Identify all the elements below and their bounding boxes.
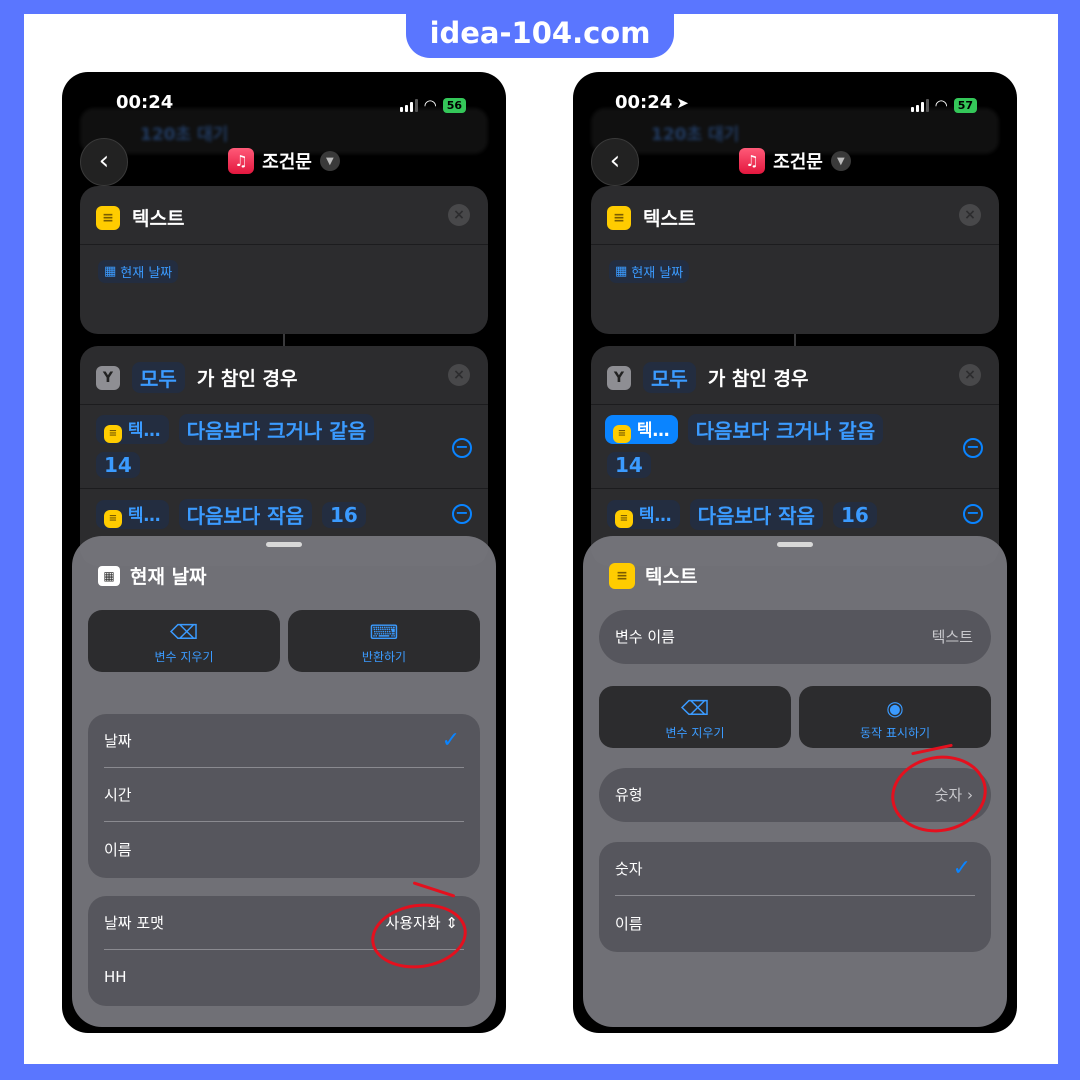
variable-sheet: ▦ 현재 날짜 ⌫ 변수 지우기 ⌨ 반환하기 날짜 ✓ 시간 이름 날짜 포맷… (72, 536, 496, 1027)
status-icons: ◠ 57 (910, 96, 977, 114)
phone-screenshot-left: 120초 대기 00:24 ◠ 56 ‹ ♫ 조건문 ▼ ≡ 텍스트 × ▦ 현재… (62, 72, 506, 1033)
current-date-token[interactable]: ▦ 현재 날짜 (609, 260, 690, 283)
value-token[interactable]: 14 (607, 452, 651, 478)
text-lines-icon: ≡ (96, 205, 120, 230)
branch-icon: Y (96, 365, 120, 390)
text-action-title: 텍스트 (132, 208, 185, 230)
option-date[interactable]: 날짜 ✓ (104, 714, 464, 768)
if-action-card[interactable]: Y 모두 가 참인 경우 × ≡ 텍… 다음보다 크거나 같음 14 − ≡ 텍… (80, 346, 488, 566)
operator-token[interactable]: 다음보다 작음 (689, 499, 823, 530)
remove-condition-icon[interactable]: − (963, 504, 983, 524)
condition-row: ≡ 텍… 다음보다 크거나 같음 (605, 414, 884, 445)
option-name[interactable]: 이름 (615, 896, 975, 950)
clear-variable-button[interactable]: ⌫ 변수 지우기 (599, 686, 791, 748)
delete-backspace-icon: ⌫ (680, 696, 710, 720)
checkmark-icon: ✓ (952, 856, 971, 881)
date-type-options: 날짜 ✓ 시간 이름 (88, 714, 480, 878)
text-action-card[interactable]: ≡ 텍스트 × ▦ 현재 날짜 (591, 186, 999, 334)
location-arrow-icon: ➤ (676, 94, 689, 112)
sheet-title: 현재 날짜 (130, 566, 207, 588)
signal-icon (910, 98, 929, 112)
sheet-grabber[interactable] (266, 542, 302, 547)
condition-row: ≡ 텍… 다음보다 작음 16 (96, 499, 366, 530)
calendar-icon: ▦ (615, 264, 628, 279)
battery-badge: 57 (953, 97, 977, 113)
close-icon[interactable]: × (959, 364, 981, 386)
text-lines-icon: ≡ (607, 205, 631, 230)
red-annotation-circle (885, 748, 993, 840)
status-time: 00:24 ➤ (615, 92, 689, 113)
value-token[interactable]: 16 (832, 501, 877, 528)
calendar-icon: ▦ (98, 565, 120, 586)
wifi-icon: ◠ (934, 96, 948, 114)
shortcut-name: 조건문 (262, 152, 312, 173)
signal-icon (399, 98, 418, 112)
operator-token[interactable]: 다음보다 크거나 같음 (178, 414, 375, 445)
status-time: 00:24 (116, 92, 174, 113)
if-action-card[interactable]: Y 모두 가 참인 경우 × ≡ 텍… 다음보다 크거나 같음 14 − ≡ 텍… (591, 346, 999, 566)
operator-token[interactable]: 다음보다 크거나 같음 (687, 414, 884, 445)
text-lines-icon: ≡ (104, 509, 122, 528)
show-action-button[interactable]: ◉ 동작 표시하기 (799, 686, 991, 748)
variable-token[interactable]: ≡ 텍… (607, 500, 680, 529)
text-lines-icon: ≡ (104, 424, 122, 443)
music-note-icon: ♫ (228, 148, 255, 174)
variable-token-selected[interactable]: ≡ 텍… (605, 415, 678, 444)
text-lines-icon: ≡ (615, 509, 633, 528)
chevron-down-icon: ▼ (319, 151, 340, 171)
checkmark-icon: ✓ (441, 728, 460, 753)
battery-badge: 56 (442, 97, 466, 113)
variable-name-placeholder: 텍스트 (931, 628, 973, 646)
variable-token[interactable]: ≡ 텍… (96, 500, 169, 529)
sheet-grabber[interactable] (777, 542, 813, 547)
text-lines-icon: ≡ (613, 424, 631, 443)
option-time[interactable]: 시간 (104, 768, 464, 822)
shortcut-title[interactable]: ♫ 조건문 ▼ (573, 148, 1017, 174)
delete-backspace-icon: ⌫ (169, 620, 199, 644)
option-name[interactable]: 이름 (104, 822, 464, 876)
chevron-down-icon: ▼ (830, 151, 851, 171)
sheet-title: 텍스트 (645, 566, 698, 588)
close-icon[interactable]: × (959, 204, 981, 226)
connector-line (794, 334, 796, 346)
variable-token[interactable]: ≡ 텍… (96, 415, 169, 444)
variable-sheet: ≡ 텍스트 변수 이름 텍스트 ⌫ 변수 지우기 ◉ 동작 표시하기 유형 숫자… (583, 536, 1007, 1027)
remove-condition-icon[interactable]: − (452, 504, 472, 524)
text-action-card[interactable]: ≡ 텍스트 × ▦ 현재 날짜 (80, 186, 488, 334)
if-title: 가 참인 경우 (707, 368, 809, 390)
eye-icon: ◉ (886, 696, 904, 720)
if-title: 가 참인 경우 (196, 368, 298, 390)
variable-name-field[interactable]: 변수 이름 텍스트 (599, 610, 991, 664)
status-icons: ◠ 56 (399, 96, 466, 114)
operator-token[interactable]: 다음보다 작음 (178, 499, 312, 530)
value-token[interactable]: 14 (96, 452, 140, 478)
clear-variable-button[interactable]: ⌫ 변수 지우기 (88, 610, 280, 672)
remove-condition-icon[interactable]: − (452, 438, 472, 458)
site-watermark: idea-104.com (406, 12, 674, 58)
all-token[interactable]: 모두 (132, 362, 185, 393)
remove-condition-icon[interactable]: − (963, 438, 983, 458)
wifi-icon: ◠ (423, 96, 437, 114)
value-token[interactable]: 16 (321, 501, 366, 528)
close-icon[interactable]: × (448, 364, 470, 386)
shortcut-name: 조건문 (773, 152, 823, 173)
keyboard-icon: ⌨ (369, 620, 399, 644)
close-icon[interactable]: × (448, 204, 470, 226)
connector-line (283, 334, 285, 346)
condition-row: ≡ 텍… 다음보다 작음 16 (607, 499, 877, 530)
condition-row: ≡ 텍… 다음보다 크거나 같음 (96, 414, 375, 445)
convert-button[interactable]: ⌨ 반환하기 (288, 610, 480, 672)
phone-screenshot-right: 120초 대기 00:24 ➤ ◠ 57 ‹ ♫ 조건문 ▼ ≡ 텍스트 × ▦ 현… (573, 72, 1017, 1033)
branch-icon: Y (607, 365, 631, 390)
shortcut-title[interactable]: ♫ 조건문 ▼ (62, 148, 506, 174)
calendar-icon: ▦ (104, 264, 117, 279)
current-date-token[interactable]: ▦ 현재 날짜 (98, 260, 179, 283)
text-lines-icon: ≡ (609, 562, 635, 589)
type-options: 숫자 ✓ 이름 (599, 842, 991, 952)
all-token[interactable]: 모두 (643, 362, 696, 393)
text-action-title: 텍스트 (643, 208, 696, 230)
music-note-icon: ♫ (739, 148, 766, 174)
option-number[interactable]: 숫자 ✓ (615, 842, 975, 896)
